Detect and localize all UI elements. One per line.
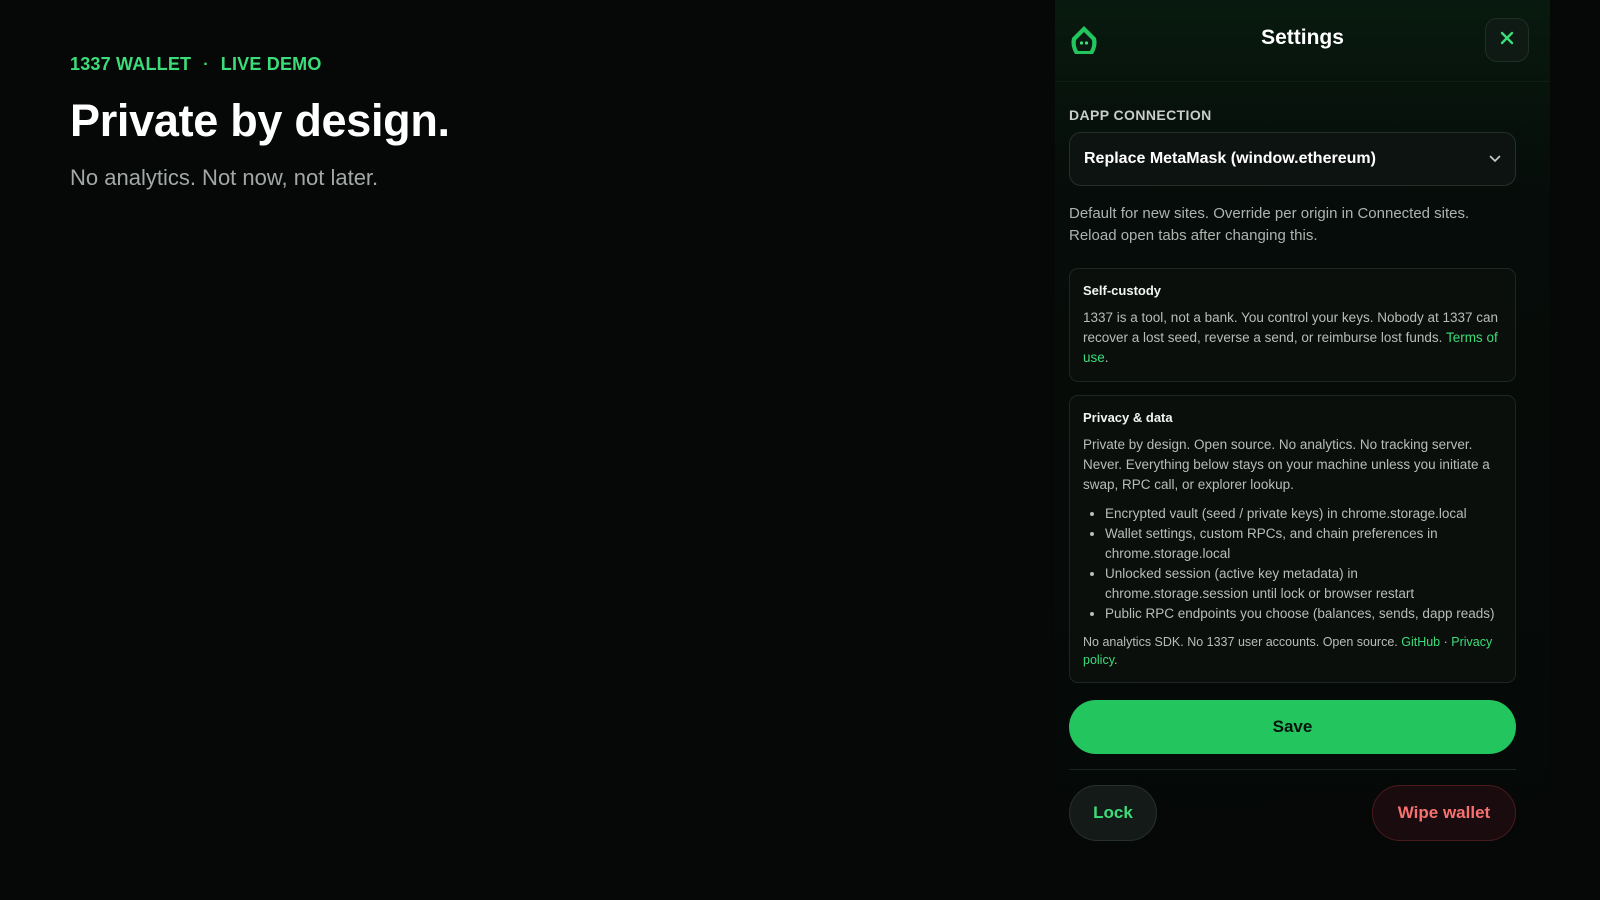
panel-header: Settings <box>1055 0 1550 82</box>
help-line-2: Reload open tabs after changing this. <box>1069 227 1318 244</box>
privacy-footer-text: No analytics SDK. No 1337 user accounts.… <box>1083 635 1402 649</box>
privacy-card: Privacy & data Private by design. Open s… <box>1069 395 1516 683</box>
separator-dot: · <box>203 55 209 73</box>
hero-section: 1337 WALLET · LIVE DEMO Private by desig… <box>70 54 450 191</box>
privacy-footer: No analytics SDK. No 1337 user accounts.… <box>1083 633 1502 669</box>
dapp-connection-select[interactable]: Replace MetaMask (window.ethereum) <box>1069 132 1516 186</box>
privacy-title: Privacy & data <box>1083 410 1173 425</box>
live-demo-badge: LIVE DEMO <box>220 54 322 74</box>
panel-title: Settings <box>1261 26 1344 49</box>
github-link[interactable]: GitHub <box>1401 635 1440 649</box>
self-custody-title: Self-custody <box>1083 283 1162 298</box>
footer-separator: · <box>1440 635 1452 649</box>
save-button[interactable]: Save <box>1069 700 1516 754</box>
bottom-actions: Lock Wipe wallet <box>1069 785 1516 841</box>
privacy-list: Encrypted vault (seed / private keys) in… <box>1083 504 1502 624</box>
lock-button[interactable]: Lock <box>1069 785 1157 841</box>
help-line-1: Default for new sites. Override per orig… <box>1069 205 1470 222</box>
list-item: Unlocked session (active key metadata) i… <box>1105 564 1502 604</box>
list-item: Public RPC endpoints you choose (balance… <box>1105 604 1502 624</box>
list-item: Wallet settings, custom RPCs, and chain … <box>1105 524 1502 564</box>
hero-subtitle: No analytics. Not now, not later. <box>70 165 379 190</box>
settings-content: DAPP CONNECTION Replace MetaMask (window… <box>1069 107 1516 841</box>
wipe-wallet-button[interactable]: Wipe wallet <box>1372 785 1516 841</box>
dapp-connection-help: Default for new sites. Override per orig… <box>1069 203 1516 247</box>
settings-panel: Settings DAPP CONNECTION Replace MetaMas… <box>1055 0 1550 900</box>
footer-suffix: . <box>1114 653 1118 667</box>
privacy-text: Private by design. Open source. No analy… <box>1083 437 1490 492</box>
self-custody-text: 1337 is a tool, not a bank. You control … <box>1083 308 1502 368</box>
close-button[interactable] <box>1485 18 1529 62</box>
chevron-down-icon <box>1489 150 1501 168</box>
list-item: Encrypted vault (seed / private keys) in… <box>1105 504 1502 524</box>
close-icon <box>1500 31 1514 50</box>
terms-suffix: . <box>1104 350 1109 365</box>
eyebrow: 1337 WALLET · LIVE DEMO <box>70 54 450 75</box>
hero-title: Private by design. <box>70 95 450 146</box>
divider <box>1069 769 1516 770</box>
dapp-connection-label: DAPP CONNECTION <box>1069 107 1212 123</box>
dapp-connection-value: Replace MetaMask (window.ethereum) <box>1084 150 1376 167</box>
self-custody-body: 1337 is a tool, not a bank. You control … <box>1083 310 1499 345</box>
self-custody-card: Self-custody 1337 is a tool, not a bank.… <box>1069 268 1516 382</box>
brand-label: 1337 WALLET <box>70 54 192 74</box>
